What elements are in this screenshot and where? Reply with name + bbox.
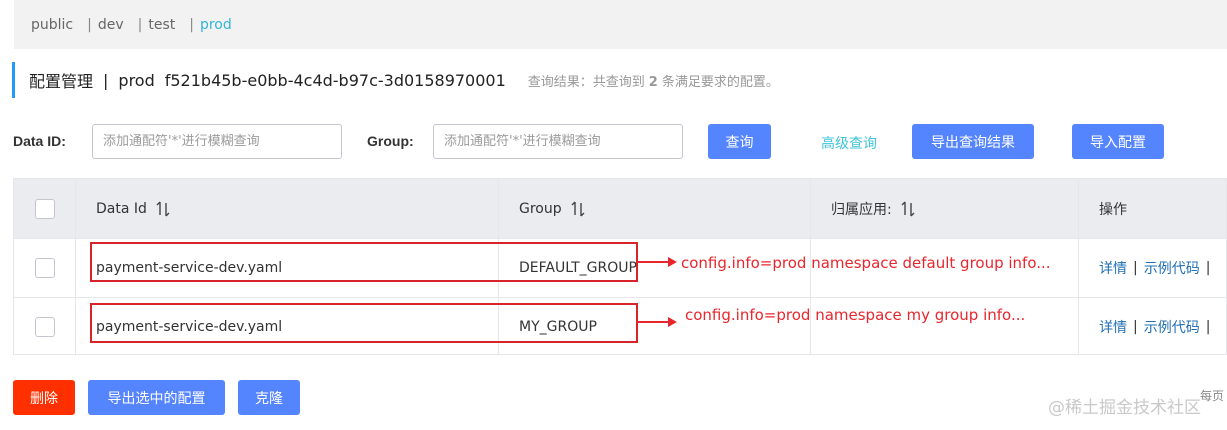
- data-id-label: Data ID:: [13, 133, 66, 149]
- page-title-namespace: prod: [118, 70, 155, 90]
- details-link[interactable]: 详情: [1099, 317, 1127, 337]
- action-separator: |: [1205, 319, 1211, 335]
- page-title-namespace-id: f521b45b-e0bb-4c4d-b97c-3d0158970001: [164, 70, 506, 90]
- export-selected-button[interactable]: 导出选中的配置: [88, 380, 225, 415]
- delete-button[interactable]: 删除: [13, 380, 75, 415]
- header-group[interactable]: Group: [499, 179, 811, 238]
- action-separator: |: [1133, 260, 1138, 276]
- per-page-label: 每页: [1200, 389, 1225, 403]
- namespace-tab-test[interactable]: test: [148, 17, 175, 33]
- header-actions-label: 操作: [1099, 201, 1127, 218]
- namespace-tab-prod[interactable]: prod: [200, 17, 232, 33]
- query-button[interactable]: 查询: [708, 124, 771, 159]
- header-check-cell: [14, 179, 76, 238]
- group-label: Group:: [367, 133, 414, 149]
- watermark: @稀土掘金技术社区: [1048, 398, 1201, 418]
- namespace-bar: public | dev | test | prod: [14, 0, 1227, 49]
- header-data-id[interactable]: Data Id: [76, 179, 499, 238]
- import-config-button[interactable]: 导入配置: [1072, 124, 1164, 159]
- annotation-text-row-2: config.info=prod namespace my group info…: [685, 306, 1026, 324]
- header-app[interactable]: 归属应用:: [811, 179, 1079, 238]
- sort-icon[interactable]: [156, 201, 170, 217]
- annotation-box-row-1: [90, 242, 638, 282]
- header-data-id-label: Data Id: [96, 200, 147, 217]
- namespace-tab-public[interactable]: public: [31, 17, 73, 33]
- select-all-checkbox[interactable]: [34, 198, 55, 219]
- query-result-summary: 查询结果：共查询到 2 条满足要求的配置。: [528, 71, 779, 90]
- sample-code-link[interactable]: 示例代码: [1144, 317, 1200, 337]
- clone-button[interactable]: 克隆: [238, 380, 300, 415]
- query-result-count: 2: [648, 74, 658, 90]
- row-check-cell: [14, 239, 76, 297]
- namespace-separator: |: [137, 16, 143, 33]
- query-result-prefix: 查询结果：共查询到: [527, 74, 645, 90]
- page-title: 配置管理 | prod f521b45b-e0bb-4c4d-b97c-3d01…: [12, 62, 779, 98]
- details-link[interactable]: 详情: [1099, 258, 1127, 278]
- row-checkbox[interactable]: [34, 258, 55, 278]
- page-title-separator: |: [103, 70, 109, 90]
- header-app-label: 归属应用:: [831, 201, 892, 218]
- header-actions: 操作: [1079, 179, 1226, 238]
- row-actions: 详情 | 示例代码 |: [1079, 239, 1226, 297]
- namespace-separator: |: [87, 16, 92, 33]
- annotation-arrow-icon: [638, 257, 677, 267]
- sort-icon[interactable]: [571, 201, 585, 217]
- page-title-main: 配置管理: [29, 72, 94, 91]
- namespace-separator: |: [189, 16, 194, 33]
- namespace-tab-dev[interactable]: dev: [98, 17, 124, 33]
- row-check-cell: [14, 298, 76, 354]
- annotation-text-row-1: config.info=prod namespace default group…: [681, 254, 1051, 272]
- sort-icon[interactable]: [901, 201, 915, 217]
- row-actions: 详情 | 示例代码 |: [1079, 298, 1226, 354]
- export-query-results-button[interactable]: 导出查询结果: [912, 124, 1034, 159]
- query-result-suffix: 条满足要求的配置。: [661, 74, 779, 90]
- action-separator: |: [1133, 319, 1138, 335]
- annotation-arrow-icon: [638, 317, 677, 327]
- action-separator: |: [1205, 260, 1211, 276]
- header-group-label: Group: [519, 200, 562, 217]
- row-checkbox[interactable]: [34, 317, 55, 337]
- advanced-query-link[interactable]: 高级查询: [821, 133, 877, 153]
- group-search-input[interactable]: [433, 124, 683, 159]
- annotation-box-row-2: [90, 303, 638, 343]
- data-id-search-input[interactable]: [92, 124, 342, 159]
- table-header: Data Id Group 归属应用: 操作: [14, 179, 1226, 238]
- sample-code-link[interactable]: 示例代码: [1144, 258, 1200, 278]
